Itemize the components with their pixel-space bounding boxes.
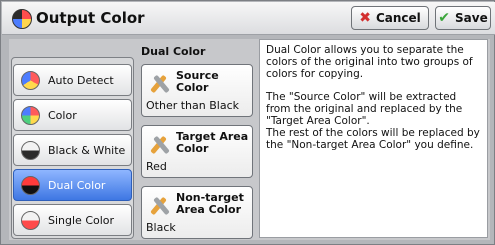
option-single-color[interactable]: Single Color (13, 204, 132, 236)
target-area-color-button[interactable]: Target Area Color Red (141, 125, 253, 178)
check-icon: ✔ (438, 10, 451, 26)
edit-icon (148, 134, 170, 156)
target-area-color-label: Target Area Color (176, 130, 249, 155)
cancel-button[interactable]: ✖ Cancel (351, 6, 429, 30)
output-color-icon (12, 9, 32, 29)
source-color-button[interactable]: Source Color Other than Black (141, 64, 253, 117)
x-icon: ✖ (359, 10, 371, 26)
description-panel: Dual Color allows you to separate the co… (259, 39, 488, 238)
edit-icon (148, 73, 170, 95)
target-area-color-value: Red (146, 160, 167, 173)
cancel-label: Cancel (375, 11, 421, 25)
page-title: Output Color (36, 9, 145, 27)
option-color[interactable]: Color (13, 99, 132, 131)
source-color-value: Other than Black (146, 99, 239, 112)
output-color-options: Auto Detect Color Black & White Dual Col… (11, 57, 134, 239)
dual-color-icon (21, 175, 40, 195)
save-label: Save (455, 11, 488, 25)
header-bar: Output Color ✖ Cancel ✔ Save (2, 2, 495, 35)
dual-color-section-title: Dual Color (141, 45, 206, 58)
option-label: Single Color (48, 213, 115, 227)
save-button[interactable]: ✔ Save (435, 6, 491, 30)
black-white-icon (21, 140, 40, 160)
option-black-white[interactable]: Black & White (13, 134, 132, 166)
output-color-window: Output Color ✖ Cancel ✔ Save Auto Detect… (0, 0, 495, 245)
option-label: Dual Color (48, 178, 106, 192)
edit-icon (148, 195, 170, 217)
option-label: Color (48, 108, 77, 122)
option-dual-color[interactable]: Dual Color (13, 169, 132, 201)
option-label: Black & White (48, 143, 126, 157)
non-target-area-color-value: Black (146, 221, 176, 234)
description-paragraph: Dual Color allows you to separate the co… (266, 44, 476, 81)
non-target-area-color-label: Non-target Area Color (176, 191, 244, 216)
option-auto-detect[interactable]: Auto Detect (13, 64, 132, 96)
auto-detect-icon (21, 70, 40, 90)
description-paragraph: The "Source Color" will be extracted fro… (266, 90, 480, 152)
source-color-label: Source Color (176, 69, 219, 94)
single-color-icon (21, 210, 40, 230)
non-target-area-color-button[interactable]: Non-target Area Color Black (141, 186, 253, 239)
color-icon (21, 105, 40, 125)
option-label: Auto Detect (48, 73, 114, 87)
